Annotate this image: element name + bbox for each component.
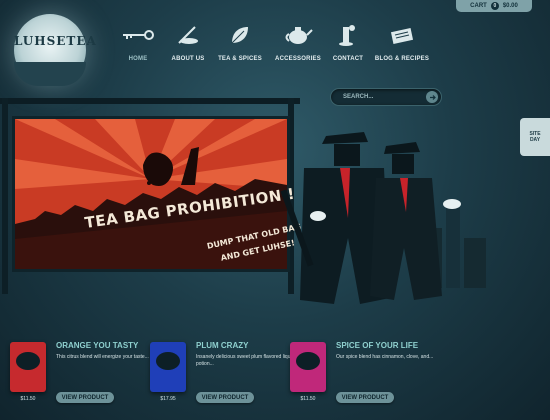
- product-description: Our spice blend has cinnamon, clove, and…: [336, 354, 434, 360]
- product-title[interactable]: SPICE OF YOUR LIFE: [336, 341, 418, 350]
- product-title[interactable]: ORANGE YOU TASTY: [56, 341, 138, 350]
- product-price: $11.50: [300, 396, 316, 402]
- leaf-icon: [210, 22, 270, 48]
- gangster-illustration: [264, 108, 504, 313]
- teacup-icon: [16, 352, 40, 370]
- nav-label-blog-recipes: BLOG & RECIPES: [374, 56, 430, 62]
- fountain-pen-icon: [158, 22, 218, 48]
- logo-teacup-shade: [14, 62, 86, 86]
- nav-item-blog-recipes[interactable]: BLOG & RECIPES: [372, 22, 432, 62]
- search-box[interactable]: SEARCH...: [330, 88, 442, 106]
- teacup-icon: [156, 352, 180, 370]
- cart-count: 0: [490, 2, 499, 10]
- side-tab-line2: DAY: [529, 137, 541, 143]
- view-product-button[interactable]: VIEW PRODUCT: [336, 392, 394, 403]
- billboard-top-bar: [0, 98, 300, 104]
- telephone-icon: [318, 22, 378, 48]
- product-price: $17.95: [160, 396, 176, 402]
- nav-label-tea-spices: TEA & SPICES: [218, 56, 262, 62]
- product-image[interactable]: [290, 342, 326, 392]
- product-image[interactable]: [150, 342, 186, 392]
- logo-text: LUHSETEA: [14, 34, 97, 48]
- nav-item-tea-spices[interactable]: TEA & SPICES: [210, 22, 270, 62]
- product-title[interactable]: PLUM CRAZY: [196, 341, 248, 350]
- site-logo[interactable]: LUHSETEA: [14, 14, 97, 86]
- nav-item-about-us[interactable]: ABOUT US: [158, 22, 218, 62]
- search-go-button[interactable]: [426, 91, 438, 103]
- cart-total: $0.00: [502, 3, 518, 9]
- arrow-right-icon: [429, 94, 436, 100]
- search-placeholder: SEARCH...: [343, 94, 374, 100]
- teacup-icon: [296, 352, 320, 370]
- product-price: $11.50: [20, 396, 36, 402]
- view-product-button[interactable]: VIEW PRODUCT: [56, 392, 114, 403]
- product-description: This citrus blend will energize your tas…: [56, 354, 149, 360]
- newspaper-icon: [372, 22, 432, 48]
- view-product-button[interactable]: VIEW PRODUCT: [196, 392, 254, 403]
- cart-button[interactable]: CART 0 $0.00: [456, 0, 532, 12]
- nav-label-about-us: ABOUT US: [171, 56, 205, 62]
- billboard-post-left: [2, 98, 8, 294]
- product-description: Insanely delicious sweet plum flavored l…: [196, 354, 295, 367]
- side-tab[interactable]: SITE DAY: [520, 118, 550, 156]
- cart-label: CART: [470, 3, 487, 9]
- nav-item-contact[interactable]: CONTACT: [318, 22, 378, 62]
- nav-label-contact: CONTACT: [332, 56, 364, 62]
- product-image[interactable]: [10, 342, 46, 392]
